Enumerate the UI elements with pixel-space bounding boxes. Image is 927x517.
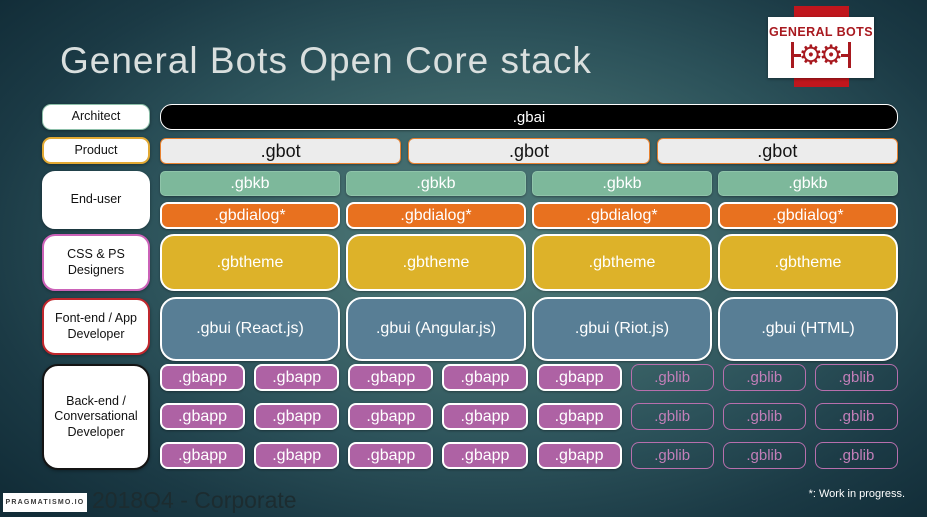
row-gbtheme: .gbtheme .gbtheme .gbtheme .gbtheme: [160, 234, 898, 291]
gblib-box: .gblib: [722, 364, 806, 391]
row-gbdialog: .gbdialog* .gbdialog* .gbdialog* .gbdial…: [160, 202, 898, 229]
gbkb-box: .gbkb: [160, 171, 340, 196]
role-label-backend-conversational-developer: Back-end / Conversational Developer: [42, 364, 150, 470]
gbapp-box: .gbapp: [160, 364, 246, 391]
gbapp-box: .gbapp: [160, 403, 246, 430]
gblib-box: .gblib: [630, 442, 714, 469]
gbkb-box: .gbkb: [718, 171, 898, 196]
gblib-box: .gblib: [630, 403, 714, 430]
gbapp-box: .gbapp: [442, 364, 528, 391]
role-label-css-ps-designers: CSS & PS Designers: [42, 234, 150, 291]
gbdialog-box: .gbdialog*: [160, 202, 340, 229]
gbapp-box: .gbapp: [348, 403, 434, 430]
gbot-box: .gbot: [656, 138, 898, 164]
gear-bar-right: [848, 42, 852, 68]
gbdialog-box: .gbdialog*: [532, 202, 712, 229]
general-bots-logo: GENERAL BOTS ⚙ ⚙: [768, 17, 874, 78]
row-gbot: .gbot .gbot .gbot: [160, 138, 898, 164]
gbapp-box: .gbapp: [442, 442, 528, 469]
gbapp-box: .gbapp: [348, 364, 434, 391]
gbot-box: .gbot: [408, 138, 650, 164]
gbapp-box: .gbapp: [442, 403, 528, 430]
gears-icon: ⚙ ⚙: [790, 39, 852, 71]
gbapp-box: .gbapp: [254, 442, 340, 469]
gear-axle-right: [841, 53, 849, 57]
page-title: General Bots Open Core stack: [60, 40, 592, 81]
pragmatismo-badge: PRAGMATISMO.IO: [3, 493, 87, 512]
gbapp-box: .gbapp: [536, 403, 622, 430]
gbtheme-box: .gbtheme: [718, 234, 898, 291]
role-label-end-user: End-user: [42, 171, 150, 229]
row-gbapp-gblib-1: .gbapp .gbapp .gbapp .gbapp .gbapp .gbli…: [160, 364, 898, 391]
gbai-box: .gbai: [160, 104, 898, 130]
gblib-box: .gblib: [814, 403, 898, 430]
row-gbapp-gblib-3: .gbapp .gbapp .gbapp .gbapp .gbapp .gbli…: [160, 442, 898, 469]
row-gbai: .gbai: [160, 104, 898, 130]
gblib-box: .gblib: [814, 364, 898, 391]
gbapp-box: .gbapp: [348, 442, 434, 469]
gbapp-box: .gbapp: [536, 364, 622, 391]
gblib-box: .gblib: [722, 442, 806, 469]
gear-icon: ⚙: [819, 39, 844, 71]
role-label-frontend-app-developer: Font-end / App Developer: [42, 298, 150, 355]
gblib-box: .gblib: [814, 442, 898, 469]
gblib-box: .gblib: [722, 403, 806, 430]
row-gbui: .gbui (React.js) .gbui (Angular.js) .gbu…: [160, 297, 898, 361]
gbtheme-box: .gbtheme: [532, 234, 712, 291]
gbapp-box: .gbapp: [254, 364, 340, 391]
gbapp-box: .gbapp: [160, 442, 246, 469]
gbui-html-box: .gbui (HTML): [718, 297, 898, 361]
footer-text: 2018Q4 - Corporate: [92, 487, 297, 513]
role-label-architect: Architect: [42, 104, 150, 130]
gbtheme-box: .gbtheme: [160, 234, 340, 291]
row-gbapp-gblib-2: .gbapp .gbapp .gbapp .gbapp .gbapp .gbli…: [160, 403, 898, 430]
gblib-box: .gblib: [630, 364, 714, 391]
gbkb-box: .gbkb: [346, 171, 526, 196]
gbui-react-box: .gbui (React.js): [160, 297, 340, 361]
gbapp-box: .gbapp: [536, 442, 622, 469]
gbui-riot-box: .gbui (Riot.js): [532, 297, 712, 361]
logo-brand-text: GENERAL BOTS: [769, 25, 873, 39]
gbkb-box: .gbkb: [532, 171, 712, 196]
gbdialog-box: .gbdialog*: [346, 202, 526, 229]
role-label-product: Product: [42, 137, 150, 164]
work-in-progress-note: *: Work in progress.: [808, 488, 905, 500]
gbot-box: .gbot: [160, 138, 402, 164]
gbtheme-box: .gbtheme: [346, 234, 526, 291]
row-gbkb: .gbkb .gbkb .gbkb .gbkb: [160, 171, 898, 196]
slide: General Bots Open Core stack GENERAL BOT…: [0, 0, 927, 517]
gbui-angular-box: .gbui (Angular.js): [346, 297, 526, 361]
gbdialog-box: .gbdialog*: [718, 202, 898, 229]
gbapp-box: .gbapp: [254, 403, 340, 430]
